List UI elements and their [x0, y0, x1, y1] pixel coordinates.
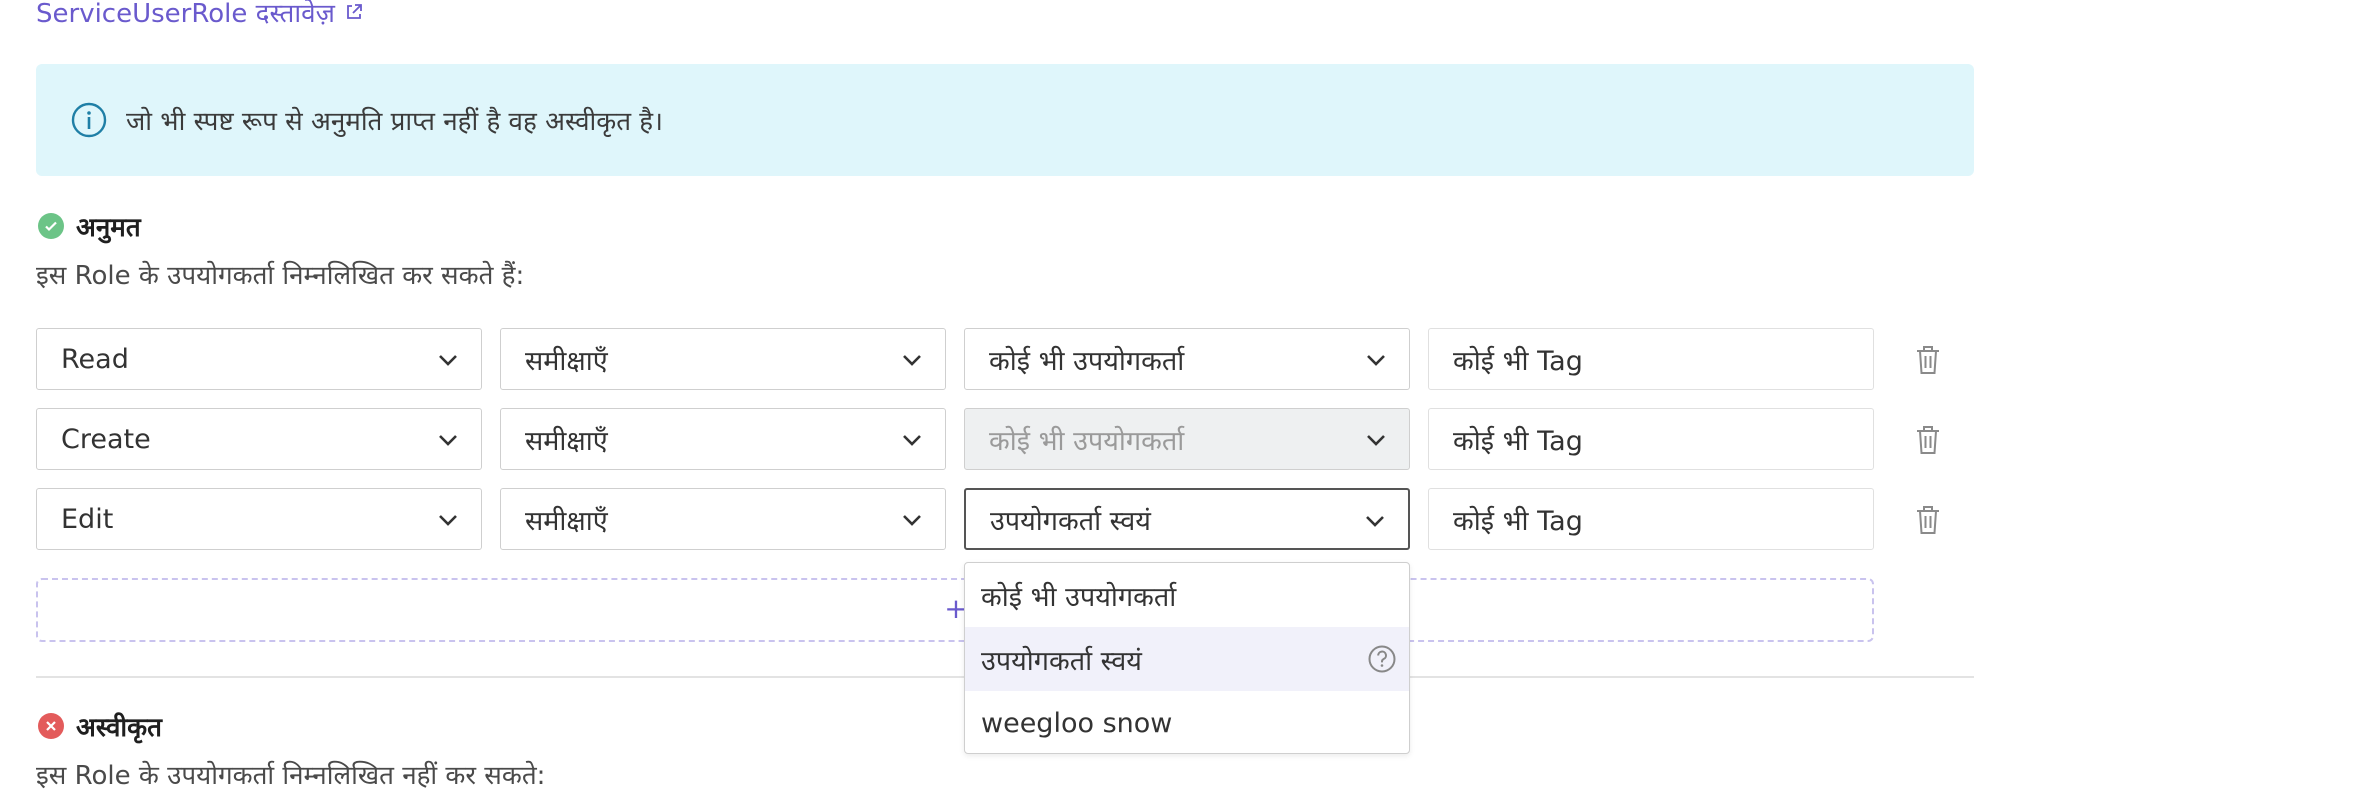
- resource-value: समीक्षाएँ: [525, 425, 608, 457]
- option-label: उपयोगकर्ता स्वयं: [981, 645, 1142, 677]
- allowed-heading: अनुमत: [38, 208, 141, 244]
- user-value: कोई भी उपयोगकर्ता: [989, 345, 1185, 377]
- rule-row: Read समीक्षाएँ कोई भी उपयोगकर्ता कोई भी …: [36, 328, 1976, 390]
- user-value: उपयोगकर्ता स्वयं: [990, 505, 1151, 537]
- allowed-title: अनुमत: [76, 213, 141, 243]
- chevron-down-icon: [439, 515, 457, 526]
- info-banner: जो भी स्पष्ट रूप से अनुमति प्राप्त नहीं …: [36, 64, 1974, 176]
- resource-select[interactable]: समीक्षाएँ: [500, 488, 946, 550]
- denied-description: इस Role के उपयोगकर्ता निम्नलिखित नहीं कर…: [36, 761, 546, 791]
- resource-select[interactable]: समीक्षाएँ: [500, 328, 946, 390]
- resource-value: समीक्षाएँ: [525, 505, 608, 537]
- user-select: कोई भी उपयोगकर्ता: [964, 408, 1410, 470]
- action-value: Read: [61, 343, 129, 375]
- question-mark-icon[interactable]: [1367, 644, 1397, 674]
- tag-field[interactable]: कोई भी Tag: [1428, 408, 1874, 470]
- tag-field[interactable]: कोई भी Tag: [1428, 328, 1874, 390]
- check-icon: [38, 213, 64, 239]
- info-text: जो भी स्पष्ट रूप से अनुमति प्राप्त नहीं …: [126, 107, 663, 137]
- info-icon: [71, 102, 107, 138]
- action-value: Edit: [61, 503, 114, 535]
- tag-field[interactable]: कोई भी Tag: [1428, 488, 1874, 550]
- trash-icon[interactable]: [1914, 344, 1942, 376]
- dropdown-option[interactable]: कोई भी उपयोगकर्ता: [965, 563, 1409, 627]
- rule-row: Edit समीक्षाएँ उपयोगकर्ता स्वयं कोई भी T…: [36, 488, 1976, 550]
- denied-title: अस्वीकृत: [76, 713, 162, 743]
- doc-link[interactable]: ServiceUserRole दस्तावेज़: [36, 0, 363, 30]
- chevron-down-icon: [903, 435, 921, 446]
- role-permissions-page: ServiceUserRole दस्तावेज़ जो भी स्पष्ट र…: [0, 0, 2356, 804]
- resource-select[interactable]: समीक्षाएँ: [500, 408, 946, 470]
- option-label: weegloo snow: [981, 707, 1173, 739]
- tag-value: कोई भी Tag: [1453, 425, 1583, 457]
- dropdown-option[interactable]: weegloo snow: [965, 691, 1409, 753]
- action-select[interactable]: Create: [36, 408, 482, 470]
- chevron-down-icon: [1367, 435, 1385, 446]
- chevron-down-icon: [1366, 516, 1384, 527]
- external-link-icon: [346, 4, 362, 19]
- chevron-down-icon: [903, 515, 921, 526]
- tag-value: कोई भी Tag: [1453, 505, 1583, 537]
- allowed-description: इस Role के उपयोगकर्ता निम्नलिखित कर सकते…: [36, 261, 525, 291]
- chevron-down-icon: [439, 435, 457, 446]
- trash-icon[interactable]: [1914, 504, 1942, 536]
- denied-heading: अस्वीकृत: [38, 708, 162, 744]
- action-value: Create: [61, 423, 151, 455]
- x-icon: [38, 713, 64, 739]
- doc-link-label: ServiceUserRole दस्तावेज़: [36, 0, 335, 29]
- option-label: कोई भी उपयोगकर्ता: [981, 581, 1177, 613]
- user-select[interactable]: कोई भी उपयोगकर्ता: [964, 328, 1410, 390]
- chevron-down-icon: [1367, 355, 1385, 366]
- tag-value: कोई भी Tag: [1453, 345, 1583, 377]
- resource-value: समीक्षाएँ: [525, 345, 608, 377]
- user-dropdown-menu: कोई भी उपयोगकर्ता उपयोगकर्ता स्वयं weegl…: [964, 562, 1410, 754]
- chevron-down-icon: [903, 355, 921, 366]
- action-select[interactable]: Edit: [36, 488, 482, 550]
- rule-row: Create समीक्षाएँ कोई भी उपयोगकर्ता कोई भ…: [36, 408, 1976, 470]
- chevron-down-icon: [439, 355, 457, 366]
- trash-icon[interactable]: [1914, 424, 1942, 456]
- user-value: कोई भी उपयोगकर्ता: [989, 425, 1185, 457]
- dropdown-option[interactable]: उपयोगकर्ता स्वयं: [965, 627, 1409, 691]
- action-select[interactable]: Read: [36, 328, 482, 390]
- user-select[interactable]: उपयोगकर्ता स्वयं: [964, 488, 1410, 550]
